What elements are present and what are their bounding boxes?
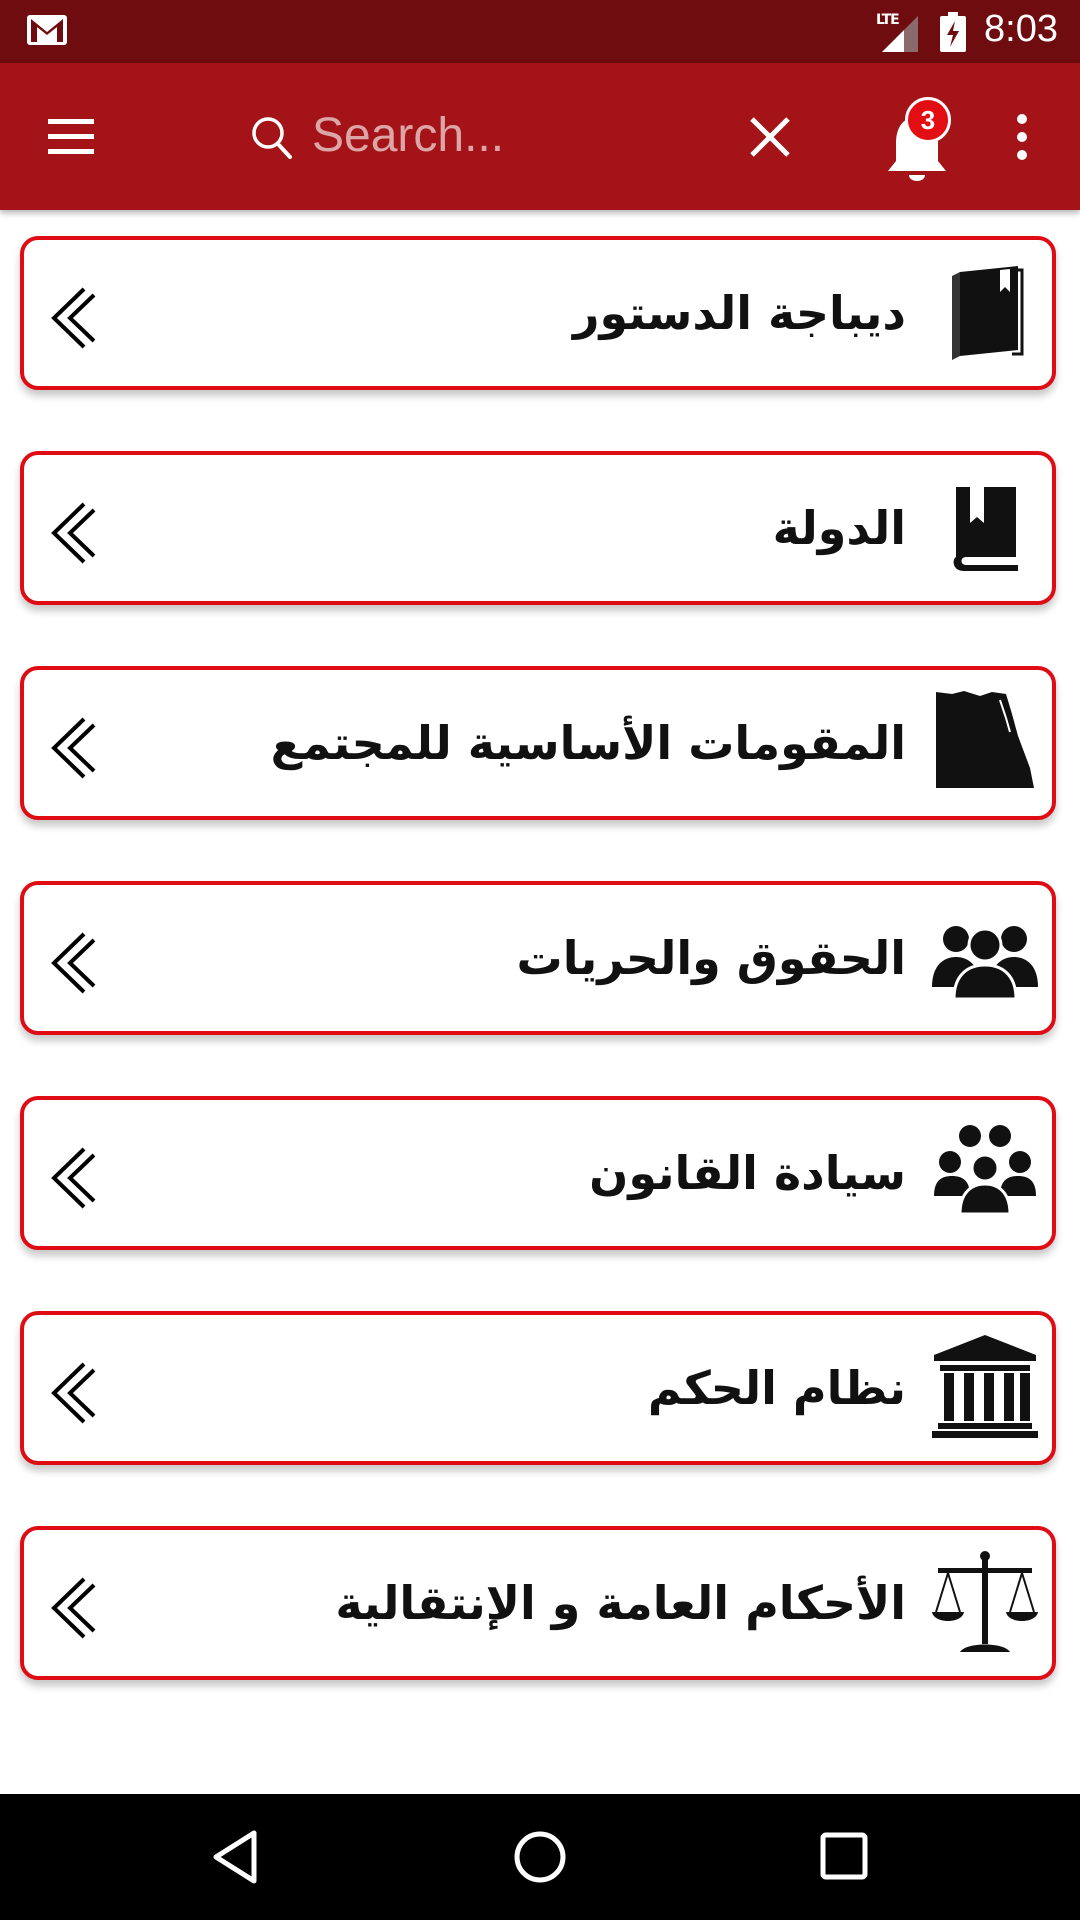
battery-charging-icon <box>940 12 966 52</box>
section-label: سيادة القانون <box>589 1146 906 1200</box>
chevron-left-icon <box>51 1362 96 1424</box>
search-input[interactable] <box>310 101 734 169</box>
navigation-bar <box>0 1794 1080 1920</box>
section-label: الدولة <box>772 501 906 555</box>
section-label: الحقوق والحريات <box>516 931 906 985</box>
egypt-map-icon <box>936 691 1034 788</box>
search-icon <box>252 117 292 159</box>
close-icon[interactable] <box>748 115 792 159</box>
recent-apps-icon[interactable] <box>820 1832 868 1880</box>
open-book-icon <box>953 487 1018 571</box>
clock: 8:03 <box>984 8 1058 50</box>
section-card-preamble[interactable]: ديباجة الدستور <box>20 236 1056 390</box>
section-label: ديباجة الدستور <box>573 286 906 340</box>
chevron-left-icon <box>51 932 96 994</box>
back-icon[interactable] <box>210 1829 260 1885</box>
home-icon[interactable] <box>512 1829 568 1885</box>
status-bar: LTE 8:03 <box>0 0 1080 63</box>
courthouse-icon <box>932 1335 1038 1438</box>
crowd-icon <box>934 1125 1036 1216</box>
menu-icon[interactable] <box>40 113 100 161</box>
chevron-left-icon <box>51 1577 96 1639</box>
app-bar: 3 <box>0 63 1080 210</box>
section-label: المقومات الأساسية للمجتمع <box>270 716 906 770</box>
more-options-icon[interactable] <box>1010 113 1034 161</box>
closed-book-icon <box>952 266 1024 360</box>
chevron-left-icon <box>51 287 96 349</box>
section-card-rights[interactable]: الحقوق والحريات <box>20 881 1056 1035</box>
section-card-state[interactable]: الدولة <box>20 451 1056 605</box>
section-card-foundations[interactable]: المقومات الأساسية للمجتمع <box>20 666 1056 820</box>
section-card-general-provisions[interactable]: الأحكام العامة و الإنتقالية <box>20 1526 1056 1680</box>
chevron-left-icon <box>51 502 96 564</box>
section-label: نظام الحكم <box>647 1361 906 1415</box>
section-label: الأحكام العامة و الإنتقالية <box>335 1576 906 1630</box>
chevron-left-icon <box>51 717 96 779</box>
gmail-icon <box>27 15 67 45</box>
section-card-rule-of-law[interactable]: سيادة القانون <box>20 1096 1056 1250</box>
notification-badge[interactable]: 3 <box>905 97 951 143</box>
section-card-government[interactable]: نظام الحكم <box>20 1311 1056 1465</box>
scales-icon <box>932 1551 1038 1652</box>
chevron-left-icon <box>51 1147 96 1209</box>
people-group-icon <box>932 926 1038 1001</box>
signal-icon <box>882 16 918 52</box>
